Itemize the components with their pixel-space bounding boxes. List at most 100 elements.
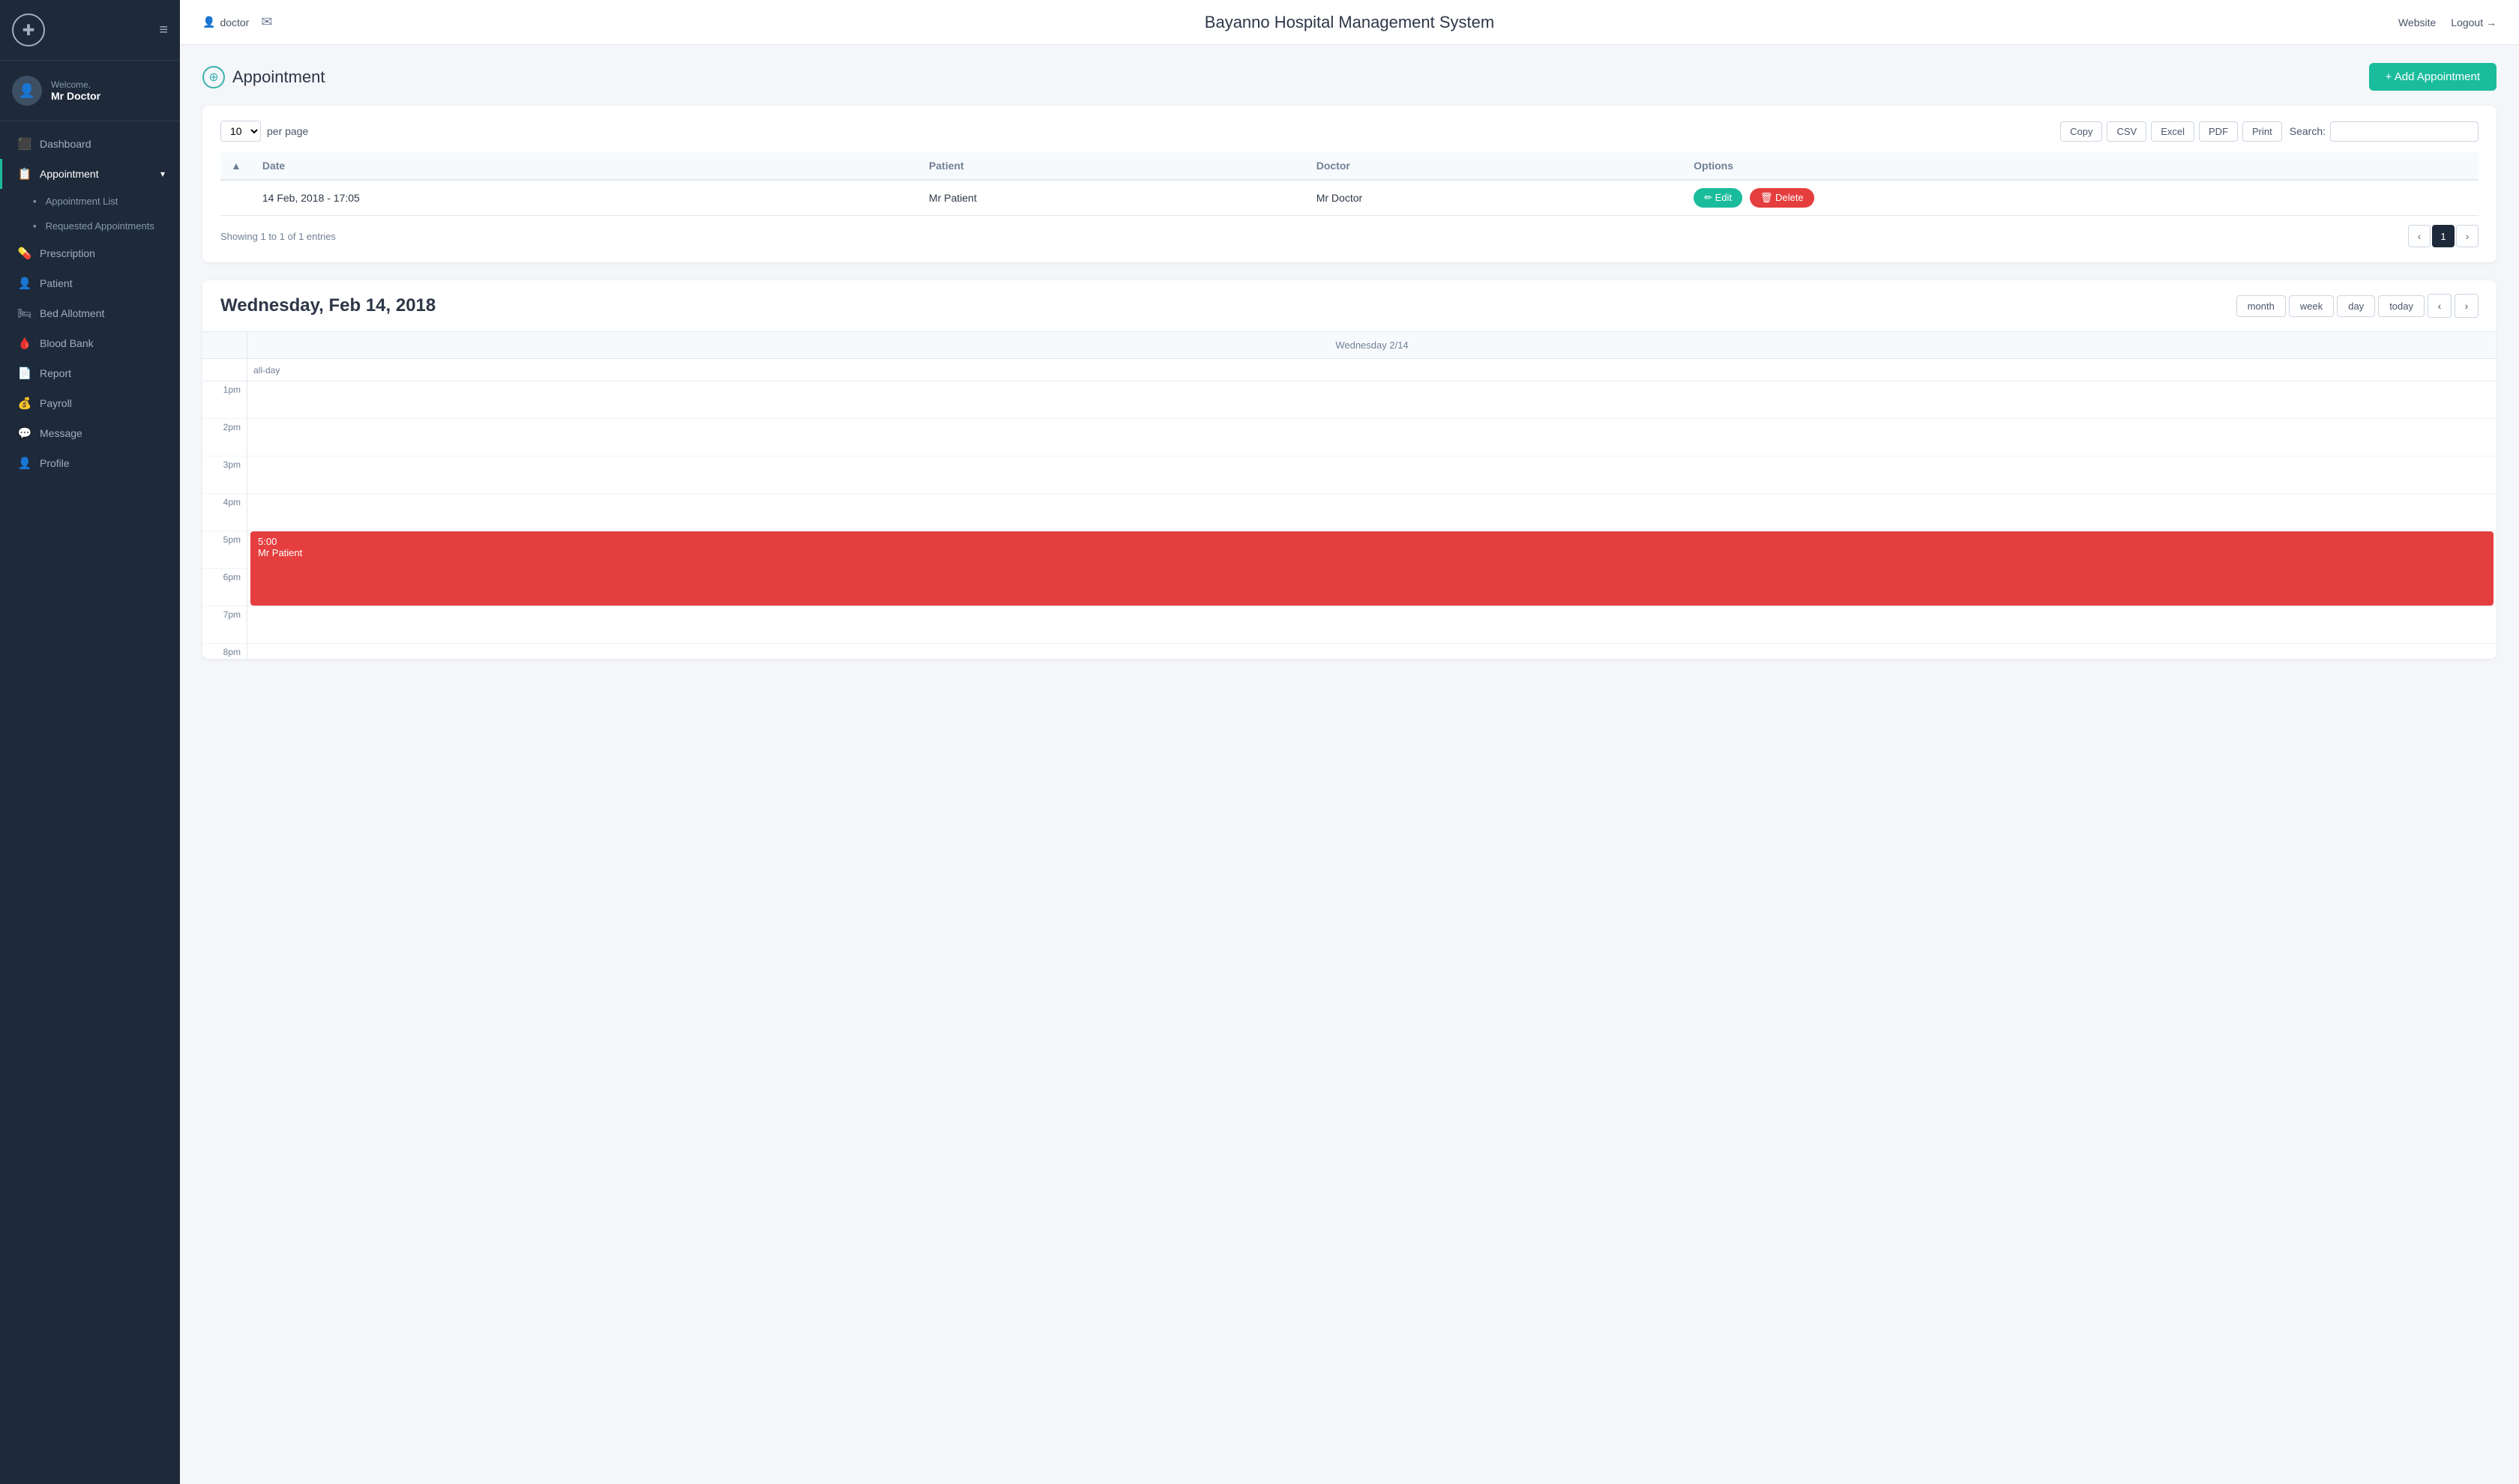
sidebar-item-prescription[interactable]: 💊 Prescription <box>0 238 180 268</box>
table-controls-top: 10 25 50 per page Copy CSV Excel PDF Pri… <box>220 121 2479 142</box>
logout-icon: → <box>2486 16 2497 28</box>
sidebar-item-label: Bed Allotment <box>40 307 104 319</box>
sidebar-item-label: Report <box>40 367 71 379</box>
app-title: Bayanno Hospital Management System <box>1205 13 1494 32</box>
time-3pm: 3pm <box>202 456 247 494</box>
sidebar-item-label: Appointment <box>40 168 99 180</box>
per-page-label: per page <box>267 125 308 137</box>
sidebar-item-label: Dashboard <box>40 138 91 150</box>
event-patient: Mr Patient <box>258 547 2486 558</box>
col-patient: Patient <box>918 152 1306 180</box>
page-1[interactable]: 1 <box>2432 225 2455 247</box>
showing-label: Showing 1 to 1 of 1 entries <box>220 231 336 242</box>
sidebar-item-label: Message <box>40 427 82 439</box>
cal-col-label: Wednesday 2/14 <box>247 332 2497 358</box>
time-6pm: 6pm <box>202 569 247 606</box>
sidebar-item-patient[interactable]: 👤 Patient <box>0 268 180 298</box>
main-content: 👤 doctor ✉ Bayanno Hospital Management S… <box>180 0 2519 1484</box>
calendar-nav-group: month week day today ‹ › <box>2236 294 2479 318</box>
pdf-button[interactable]: PDF <box>2199 121 2238 142</box>
add-appointment-button[interactable]: + Add Appointment <box>2369 63 2497 91</box>
sidebar-item-payroll[interactable]: 💰 Payroll <box>0 388 180 418</box>
events-column: all-day 5:00 Mr Patient <box>247 359 2497 659</box>
event-slot-3pm <box>247 456 2497 494</box>
col-doctor: Doctor <box>1306 152 1683 180</box>
sidebar-item-report[interactable]: 📄 Report <box>0 358 180 388</box>
cal-view-month[interactable]: month <box>2236 295 2286 317</box>
logout-link[interactable]: Logout → <box>2451 16 2497 28</box>
event-slot-4pm <box>247 494 2497 531</box>
allday-label: all-day <box>247 359 2497 381</box>
sidebar-item-blood-bank[interactable]: 🩸 Blood Bank <box>0 328 180 358</box>
avatar: 👤 <box>12 76 42 106</box>
cal-view-week[interactable]: week <box>2289 295 2334 317</box>
calendar-body: 1pm 2pm 3pm 4pm 5pm 6pm 7pm 8pm 9pm 10pm… <box>202 359 2497 659</box>
search-input[interactable] <box>2330 121 2479 142</box>
table-body: 14 Feb, 2018 - 17:05 Mr Patient Mr Docto… <box>220 180 2479 216</box>
sidebar-item-label: Payroll <box>40 397 72 409</box>
sidebar-item-label: Blood Bank <box>40 337 94 349</box>
cal-view-today[interactable]: today <box>2378 295 2425 317</box>
per-page-select[interactable]: 10 25 50 <box>220 121 261 142</box>
message-icon: 💬 <box>17 426 32 440</box>
sidebar-nav: ⬛ Dashboard 📋 Appointment ▾ Appointment … <box>0 121 180 1484</box>
calendar-col-header-row: Wednesday 2/14 <box>202 332 2497 359</box>
row-options: ✏ Edit 🗑 Delete <box>1683 180 2479 216</box>
time-5pm: 5pm <box>202 531 247 569</box>
event-slot-1pm <box>247 381 2497 419</box>
page-content: ⊕ Appointment + Add Appointment 10 25 50… <box>180 45 2519 1484</box>
page-prev[interactable]: ‹ <box>2408 225 2431 247</box>
time-1pm: 1pm <box>202 381 247 419</box>
mail-icon[interactable]: ✉ <box>261 14 272 30</box>
appointment-icon: 📋 <box>17 167 32 181</box>
sidebar-item-requested-appointments[interactable]: Requested Appointments <box>0 214 180 238</box>
sidebar-item-appointment-list[interactable]: Appointment List <box>0 189 180 214</box>
page-title-row: ⊕ Appointment + Add Appointment <box>202 63 2497 91</box>
prescription-icon: 💊 <box>17 247 32 260</box>
col-sort-icon[interactable]: ▲ <box>220 152 252 180</box>
table-row: 14 Feb, 2018 - 17:05 Mr Patient Mr Docto… <box>220 180 2479 216</box>
csv-button[interactable]: CSV <box>2107 121 2146 142</box>
top-bar-username: doctor <box>220 16 249 28</box>
sidebar-item-profile[interactable]: 👤 Profile <box>0 448 180 478</box>
cal-next-arrow[interactable]: › <box>2455 294 2479 318</box>
row-date: 14 Feb, 2018 - 17:05 <box>252 180 918 216</box>
sidebar-item-appointment[interactable]: 📋 Appointment ▾ <box>0 159 180 189</box>
delete-button[interactable]: 🗑 Delete <box>1750 188 1814 208</box>
time-column: 1pm 2pm 3pm 4pm 5pm 6pm 7pm 8pm 9pm 10pm <box>202 359 247 659</box>
print-button[interactable]: Print <box>2242 121 2282 142</box>
cal-view-day[interactable]: day <box>2337 295 2375 317</box>
page-next[interactable]: › <box>2456 225 2479 247</box>
sidebar: ✚ ≡ 👤 Welcome, Mr Doctor ⬛ Dashboard 📋 A… <box>0 0 180 1484</box>
sidebar-item-bed-allotment[interactable]: 🛏 Bed Allotment <box>0 298 180 328</box>
cal-prev-arrow[interactable]: ‹ <box>2428 294 2452 318</box>
event-slot-7pm <box>247 644 2497 659</box>
time-2pm: 2pm <box>202 419 247 456</box>
appointment-submenu: Appointment List Requested Appointments <box>0 189 180 238</box>
menu-toggle-icon[interactable]: ≡ <box>159 22 168 39</box>
allday-time <box>202 359 247 381</box>
edit-button[interactable]: ✏ Edit <box>1694 188 1742 208</box>
excel-button[interactable]: Excel <box>2151 121 2194 142</box>
sidebar-item-dashboard[interactable]: ⬛ Dashboard <box>0 129 180 159</box>
event-slot-5pm: 5:00 Mr Patient <box>247 531 2497 606</box>
top-bar-left: 👤 doctor ✉ <box>202 14 272 30</box>
page-title-text: Appointment <box>232 67 325 87</box>
table-footer: Showing 1 to 1 of 1 entries ‹ 1 › <box>220 225 2479 247</box>
payroll-icon: 💰 <box>17 396 32 410</box>
website-link[interactable]: Website <box>2398 16 2436 28</box>
copy-button[interactable]: Copy <box>2060 121 2102 142</box>
sidebar-item-label: Patient <box>40 277 73 289</box>
search-group: Search: <box>2290 121 2479 142</box>
event-slot-6pm <box>247 606 2497 644</box>
calendar-header: Wednesday, Feb 14, 2018 month week day t… <box>202 280 2497 332</box>
col-options: Options <box>1683 152 2479 180</box>
chevron-down-icon: ▾ <box>160 169 165 179</box>
calendar-event[interactable]: 5:00 Mr Patient <box>250 531 2494 606</box>
welcome-label: Welcome, <box>51 79 100 90</box>
user-icon: 👤 <box>202 16 215 28</box>
top-bar-user: 👤 doctor <box>202 16 249 28</box>
sidebar-item-message[interactable]: 💬 Message <box>0 418 180 448</box>
sidebar-item-label: Profile <box>40 457 70 469</box>
patient-icon: 👤 <box>17 277 32 290</box>
